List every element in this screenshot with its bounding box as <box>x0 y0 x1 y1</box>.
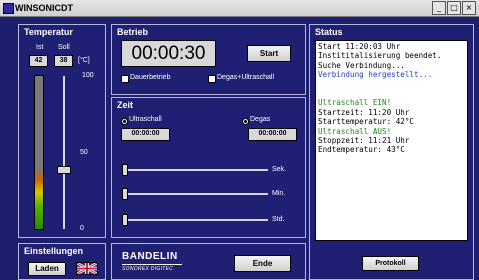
setpoint-scale <box>63 76 65 229</box>
status-line: Starttemperatur: 42°C <box>318 117 415 127</box>
status-line: Verbindung hergestellt... <box>318 70 433 80</box>
load-button[interactable]: Laden <box>28 262 66 276</box>
seconds-label: Sek. <box>272 166 287 173</box>
seconds-slider-track[interactable] <box>123 169 268 171</box>
status-line: Endtemperatur: 43°C <box>318 145 405 155</box>
ist-label: Ist <box>36 44 44 51</box>
window-title: WINSONICDT <box>15 3 73 13</box>
status-line <box>318 89 465 98</box>
ultraschall-radio[interactable] <box>121 118 128 125</box>
status-title: Status <box>315 27 343 37</box>
app-icon <box>3 3 14 14</box>
minutes-label: Min. <box>272 190 286 197</box>
dauerbetrieb-checkbox[interactable] <box>121 75 129 83</box>
degas-radio-label: Degas <box>250 116 271 123</box>
degas-ultraschall-label: Degas+Ultraschall <box>217 74 274 81</box>
maximize-button[interactable]: □ <box>447 1 461 15</box>
scale-mid-label: 50 <box>80 149 88 156</box>
dauerbetrieb-label: Dauerbetrieb <box>130 74 171 81</box>
soll-label: Soll <box>58 44 70 51</box>
window-controls: _ □ × <box>432 1 476 15</box>
degas-time: 00:00:00 <box>248 128 297 141</box>
minutes-slider-thumb[interactable] <box>122 188 128 200</box>
thermometer-bar <box>34 75 44 230</box>
hours-slider-track[interactable] <box>123 219 268 221</box>
soll-value: 38 <box>54 55 73 67</box>
scale-min-label: 0 <box>80 225 84 232</box>
status-line: Suche Verbindung... <box>318 60 405 70</box>
ultraschall-time: 00:00:00 <box>121 128 170 141</box>
status-line <box>318 80 465 89</box>
brand-sub: SONOREX DIGITEC <box>122 266 174 272</box>
status-line: Start 11:20:03 Uhr <box>318 42 401 51</box>
status-line: Stoppzeit: 11:21 Uhr <box>318 135 410 145</box>
setpoint-slider-thumb[interactable] <box>57 166 71 174</box>
hours-label: Std. <box>272 216 285 223</box>
settings-title: Einstellungen <box>24 246 84 256</box>
bandelin-logo: BANDELIN SONOREX DIGITEC <box>122 251 182 272</box>
uk-flag-icon[interactable] <box>76 262 98 275</box>
hours-slider-thumb[interactable] <box>122 214 128 226</box>
status-line: Ultraschall AUS! <box>318 126 392 136</box>
status-log: Start 11:20:03 Uhr Instititalisierung bee… <box>315 40 468 241</box>
degas-ultraschall-checkbox[interactable] <box>208 75 216 83</box>
temperature-title: Temperatur <box>24 27 73 37</box>
ist-value: 42 <box>29 55 48 67</box>
close-button[interactable]: × <box>462 1 476 15</box>
status-line: Instititalisierung beendet. <box>318 51 442 61</box>
operation-title: Betrieb <box>117 27 149 37</box>
seconds-slider-thumb[interactable] <box>122 164 128 176</box>
scale-max-label: 100 <box>82 72 94 79</box>
brand-name: BANDELIN <box>122 251 178 262</box>
time-title: Zeit <box>117 100 134 110</box>
status-line: Ultraschall EIN! <box>318 98 392 108</box>
protocol-button[interactable]: Protokoll <box>362 256 419 271</box>
exit-button[interactable]: Ende <box>234 255 291 272</box>
minimize-button[interactable]: _ <box>432 1 446 15</box>
degas-radio[interactable] <box>242 118 249 125</box>
unit-label: [°C] <box>78 57 90 64</box>
status-line: Startzeit: 11:20 Uhr <box>318 107 410 117</box>
timer-display: 00:00:30 <box>121 40 216 67</box>
ultraschall-radio-label: Ultraschall <box>129 116 162 123</box>
minutes-slider-track[interactable] <box>123 193 268 195</box>
title-bar: WINSONICDT _ □ × <box>0 0 479 17</box>
start-button[interactable]: Start <box>247 45 291 62</box>
brand-underline <box>122 264 182 265</box>
